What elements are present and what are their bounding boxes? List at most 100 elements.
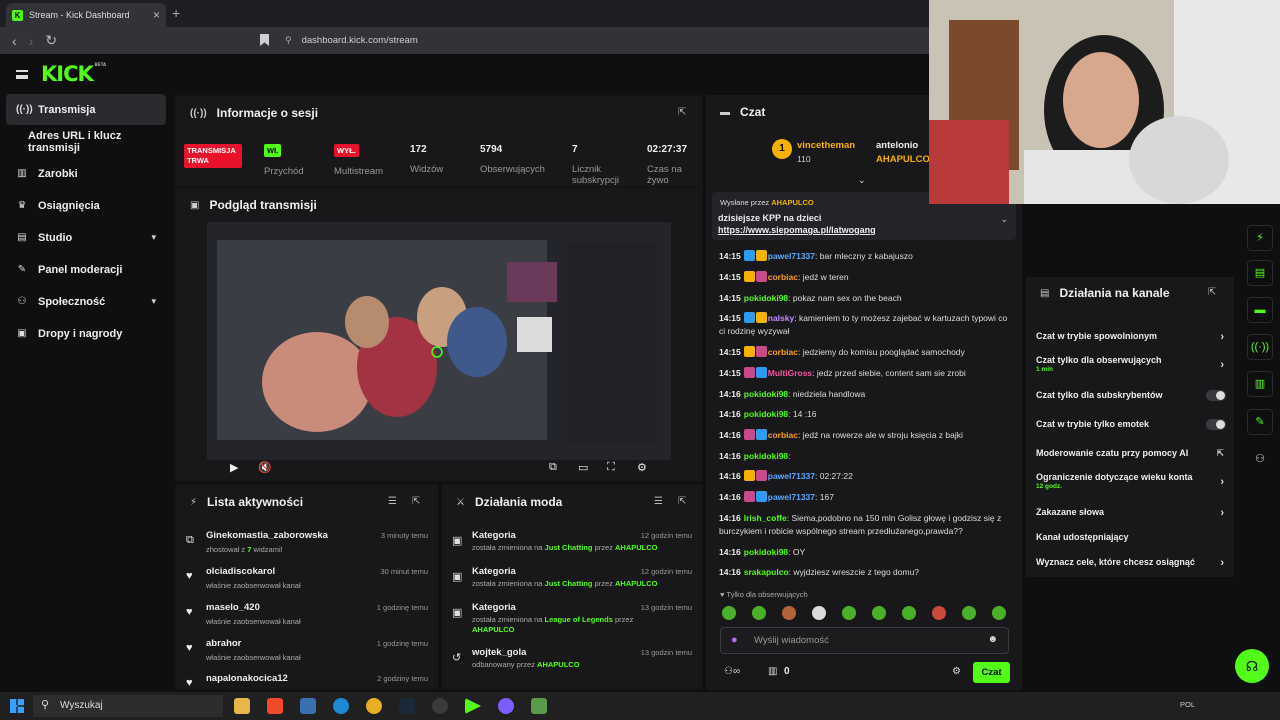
kick-logo[interactable]: KICK BETA [41,62,106,86]
top-gifter-name[interactable]: vincetheman [797,140,855,151]
points-icon[interactable]: ▥ [768,666,777,677]
ai-moderation-row[interactable]: Moderowanie czatu przy pomocy AI ⇱ [1036,448,1226,458]
lightning-icon[interactable]: ⚡ [1247,225,1273,251]
stack-icon[interactable]: ▥ [1247,371,1273,397]
forward-icon[interactable]: › [29,33,34,49]
pinned-link[interactable]: https://www.siepomaga.pl/latwogang [718,225,876,235]
emote-icon[interactable] [902,606,916,620]
income-stat[interactable]: Wł. Przychód [264,144,304,177]
wrench-icon[interactable]: ✎ [1247,409,1273,435]
sidebar-item-panel-moderacji[interactable]: ✎ Panel moderacji [6,254,166,285]
emote-icon[interactable] [992,606,1006,620]
emote-icon[interactable] [722,606,736,620]
fullscreen-icon[interactable]: ⛶ [607,461,615,474]
app-icon[interactable] [300,698,316,714]
emote-icon[interactable] [932,606,946,620]
chat-username[interactable]: corbiac [768,430,798,440]
sidebar-item-transmisja[interactable]: ((·)) Transmisja [6,94,166,125]
browser-tab[interactable]: K Stream - Kick Dashboard × [6,3,166,27]
chat-username[interactable]: pawel71337 [768,471,815,481]
new-tab-icon[interactable]: + [172,5,180,21]
sidebar-item-osiagniecia[interactable]: ♛ Osiągnięcia [6,190,166,221]
mod-action-name[interactable]: wojtek_gola [472,647,526,658]
activity-user[interactable]: olciadiscokarol [206,566,275,577]
popout-icon[interactable]: ⇱ [1208,287,1216,298]
send-chat-button[interactable]: Czat [973,662,1010,683]
theater-icon[interactable]: ▭ [578,461,588,474]
settings-gear-icon[interactable]: ⚙ [637,461,647,474]
edge-browser-icon[interactable] [333,698,349,714]
discord-icon[interactable] [498,698,514,714]
chat-username[interactable]: nalsky [768,313,794,323]
multistream-stat[interactable]: WYŁ. Multistream [334,144,383,177]
sidebar-item-stream-key[interactable]: Adres URL i klucz transmisji [6,126,166,157]
top-gifter-name[interactable]: AHAPULCO [876,154,930,165]
sidebar-item-dropy[interactable]: ▣ Dropy i nagrody [6,318,166,349]
chevron-down-icon[interactable]: ⌄ [1000,214,1008,225]
chat-username[interactable]: MultiGross [768,368,812,378]
sidebar-item-spolecznosc[interactable]: ⚇ Społeczność ▾ [6,286,166,317]
loop-icon[interactable]: ⚇∞ [724,666,740,677]
category-link[interactable]: League of Legends [545,615,613,624]
emote-icon[interactable] [962,606,976,620]
chat-username[interactable]: pawel71337 [768,492,815,502]
mute-icon[interactable]: 🔇 [258,461,272,474]
url-field[interactable]: ⚲ dashboard.kick.com/stream [285,31,925,50]
chat-username[interactable]: pokidoki98 [744,451,788,461]
popout-icon[interactable]: ⇱ [678,107,686,118]
chat-username[interactable]: corbiac [768,347,798,357]
chat-username[interactable]: pokidoki98 [744,409,788,419]
broadcast-icon[interactable]: ((·)) [1247,334,1273,360]
category-link[interactable]: Just Chatting [545,543,593,552]
top-gifter-name[interactable]: antelonio [876,140,918,151]
activity-user[interactable]: maselo_420 [206,602,260,613]
support-headset-icon[interactable]: ☊ [1235,649,1269,683]
document-icon[interactable]: ▤ [1247,260,1273,286]
site-info-icon[interactable]: ⚲ [285,35,292,46]
emote-icon[interactable] [782,606,796,620]
pip-icon[interactable]: ⧉ [549,461,557,474]
reload-icon[interactable]: ↻ [45,32,57,49]
close-tab-icon[interactable]: × [153,8,160,22]
chrome-browser-icon[interactable] [366,698,382,714]
account-age-row[interactable]: Ograniczenie dotyczące wieku konta 12 god… [1036,472,1226,490]
chat-username[interactable]: Irish_coffe [744,513,787,523]
emoji-icon[interactable]: ☻ [987,634,998,645]
shared-channel-row[interactable]: Kanał udostępniający [1036,532,1226,542]
collapse-icon[interactable]: ⌄ [858,175,866,186]
activity-user[interactable]: Ginekomastia_zaborowska [206,530,328,541]
sidebar-item-studio[interactable]: ▤ Studio ▾ [6,222,166,253]
emote-icon[interactable] [872,606,886,620]
emote-icon[interactable] [752,606,766,620]
menu-icon[interactable] [16,70,28,79]
chat-bubble-icon[interactable]: ▬ [1247,297,1273,323]
emote-only-toggle[interactable] [1206,419,1226,430]
popout-icon[interactable]: ⇱ [678,496,686,507]
pinned-user[interactable]: AHAPULCO [771,198,814,207]
file-explorer-icon[interactable] [234,698,250,714]
taskbar-search[interactable]: ⚲ Wyszukaj [33,695,223,717]
chat-username[interactable]: pokidoki98 [744,547,788,557]
chat-settings-icon[interactable]: ⚙ [952,666,961,677]
category-link[interactable]: Just Chatting [545,579,593,588]
filter-icon[interactable]: ☰ [388,496,397,507]
emote-icon[interactable] [842,606,856,620]
chat-username[interactable]: pokidoki98 [744,293,788,303]
sidebar-item-zarobki[interactable]: ▥ Zarobki [6,158,166,189]
banned-words-row[interactable]: Zakazane słowa › [1036,507,1226,519]
moderator-link[interactable]: AHAPULCO [472,625,515,634]
activity-user[interactable]: abrahor [206,638,241,649]
chat-username[interactable]: pokidoki98 [744,389,788,399]
followers-only-row[interactable]: Czat tylko dla obserwujących 1 min › [1036,355,1226,373]
chat-input[interactable]: ● Wyślij wiadomość ☻ [720,627,1009,654]
microphone-icon[interactable]: ● [731,634,738,646]
filter-icon[interactable]: ☰ [654,496,663,507]
bookmark-icon[interactable] [260,34,269,46]
activity-user[interactable]: napalonakocica12 [206,673,288,684]
chat-username[interactable]: pawel71337 [768,251,815,261]
community-icon[interactable]: ⚇ [1247,447,1273,473]
slow-mode-row[interactable]: Czat w trybie spowolnionym › [1036,331,1226,343]
app-icon[interactable] [531,698,547,714]
obs-icon[interactable] [432,698,448,714]
moderator-link[interactable]: AHAPULCO [537,660,580,669]
